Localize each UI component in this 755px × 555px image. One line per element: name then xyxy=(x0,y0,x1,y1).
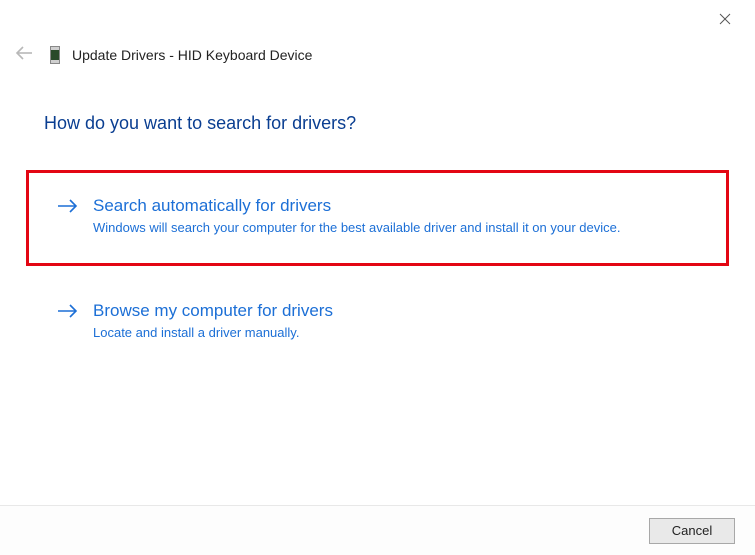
option-title: Browse my computer for drivers xyxy=(93,300,701,322)
option-text: Browse my computer for drivers Locate an… xyxy=(93,300,701,342)
page-question: How do you want to search for drivers? xyxy=(0,65,755,134)
back-arrow-icon[interactable] xyxy=(10,44,38,65)
option-browse-computer[interactable]: Browse my computer for drivers Locate an… xyxy=(26,296,729,364)
option-search-automatically[interactable]: Search automatically for drivers Windows… xyxy=(26,170,729,266)
close-button[interactable] xyxy=(711,8,739,33)
dialog-header: Update Drivers - HID Keyboard Device xyxy=(0,0,755,65)
dialog-title: Update Drivers - HID Keyboard Device xyxy=(72,47,312,63)
arrow-right-icon xyxy=(57,195,79,221)
option-title: Search automatically for drivers xyxy=(93,195,698,217)
arrow-right-icon xyxy=(57,300,79,326)
option-description: Windows will search your computer for th… xyxy=(93,219,633,237)
option-description: Locate and install a driver manually. xyxy=(93,324,633,342)
cancel-button[interactable]: Cancel xyxy=(649,518,735,544)
options-list: Search automatically for drivers Windows… xyxy=(0,134,755,364)
device-icon xyxy=(50,46,60,64)
option-text: Search automatically for drivers Windows… xyxy=(93,195,698,237)
dialog-footer: Cancel xyxy=(0,505,755,555)
